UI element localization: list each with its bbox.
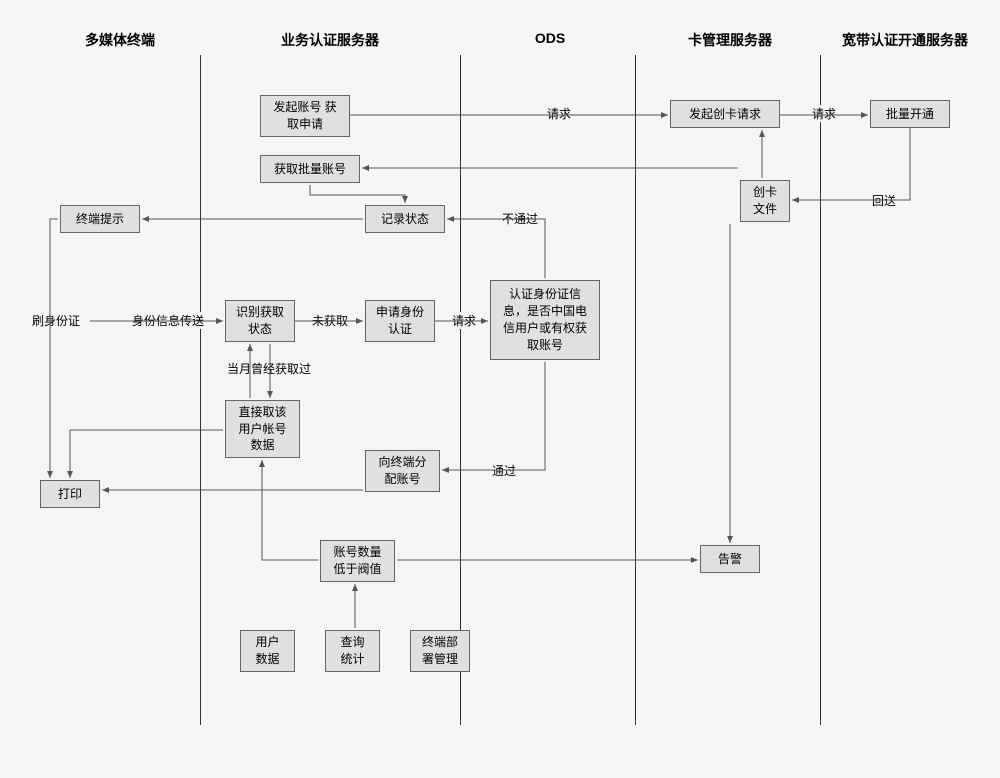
label-swipe-id: 刷身份证 (30, 312, 82, 329)
box-init-card-req: 发起创卡请求 (670, 100, 780, 128)
lane-header-card: 卡管理服务器 (680, 30, 780, 50)
lane-header-biz: 业务认证服务器 (270, 30, 390, 50)
label-not-obtained: 未获取 (310, 312, 350, 329)
box-apply-id-auth: 申请身份 认证 (365, 300, 435, 342)
box-user-data: 用户 数据 (240, 630, 295, 672)
box-direct-fetch: 直接取该 用户帐号 数据 (225, 400, 300, 458)
box-init-account-req: 发起账号 获取申请 (260, 95, 350, 137)
label-request2: 请求 (810, 105, 838, 122)
box-card-file: 创卡 文件 (740, 180, 790, 222)
lane-divider (635, 55, 636, 725)
label-return: 回送 (870, 192, 898, 209)
box-get-batch-account: 获取批量账号 (260, 155, 360, 183)
box-terminal-prompt: 终端提示 (60, 205, 140, 233)
box-account-below: 账号数量 低于阀值 (320, 540, 395, 582)
label-request1: 请求 (545, 105, 573, 122)
lane-divider (820, 55, 821, 725)
label-obtained-month: 当月曾经获取过 (225, 360, 313, 377)
box-record-status: 记录状态 (365, 205, 445, 233)
label-id-info-send: 身份信息传送 (130, 312, 206, 329)
label-request3: 请求 (450, 312, 478, 329)
box-query-stats: 查询 统计 (325, 630, 380, 672)
box-auth-id-info: 认证身份证信 息，是否中国电 信用户或有权获 取账号 (490, 280, 600, 360)
box-terminal-deploy: 终端部 署管理 (410, 630, 470, 672)
lane-header-terminal: 多媒体终端 (70, 30, 170, 50)
lane-divider (460, 55, 461, 725)
label-not-pass: 不通过 (500, 210, 540, 227)
label-pass: 通过 (490, 462, 518, 479)
box-assign-account: 向终端分 配账号 (365, 450, 440, 492)
arrows-layer (0, 0, 1000, 778)
box-alarm: 告警 (700, 545, 760, 573)
lane-header-bb: 宽带认证开通服务器 (830, 30, 980, 50)
box-recognize-status: 识别获取 状态 (225, 300, 295, 342)
lane-divider (200, 55, 201, 725)
lane-header-ods: ODS (520, 30, 580, 46)
box-batch-open: 批量开通 (870, 100, 950, 128)
box-print: 打印 (40, 480, 100, 508)
